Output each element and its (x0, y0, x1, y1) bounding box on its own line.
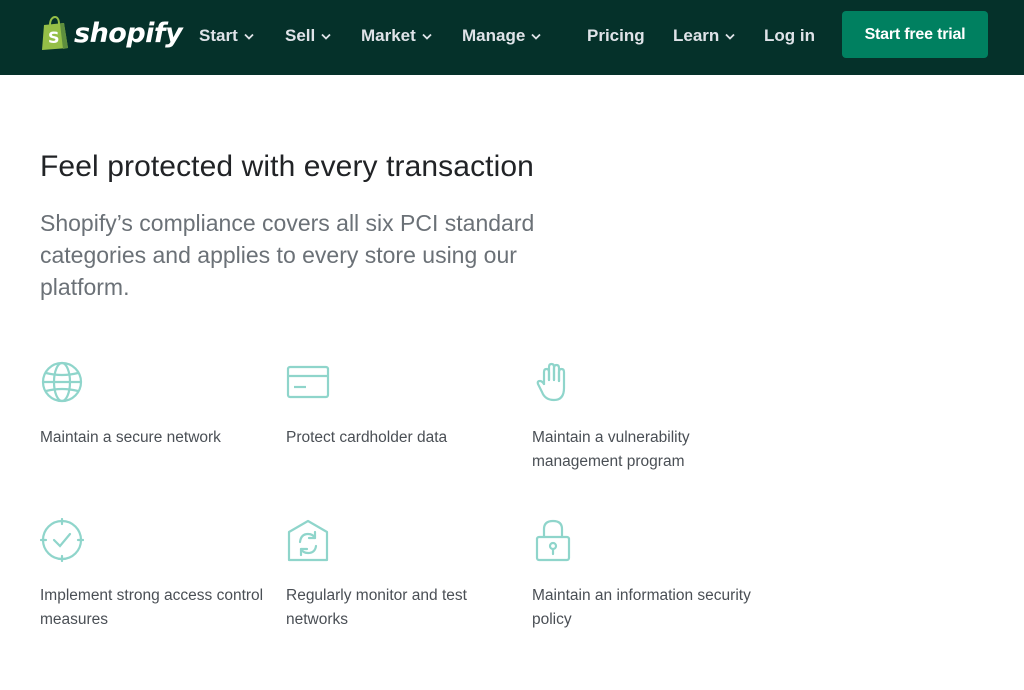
nav-sell[interactable]: Sell (285, 24, 331, 48)
nav-learn-label: Learn (673, 26, 720, 45)
chevron-down-icon (422, 33, 432, 40)
shopping-bag-icon: S (42, 16, 68, 50)
feature-label: Implement strong access control measures (40, 587, 264, 628)
chevron-down-icon (531, 33, 541, 40)
globe-icon (41, 361, 83, 403)
nav-manage-label: Manage (462, 26, 526, 45)
nav-market[interactable]: Market (361, 24, 432, 48)
start-free-trial-button[interactable]: Start free trial (842, 11, 988, 58)
nav-login[interactable]: Log in (764, 24, 815, 48)
feature-security-policy: Maintain an information security policy (532, 518, 752, 628)
nav-login-label: Log in (764, 26, 815, 45)
chevron-down-icon (244, 33, 254, 40)
check-circle-icon (40, 518, 84, 562)
feature-vulnerability-program: Maintain a vulnerability management prog… (532, 360, 752, 470)
refresh-shield-icon (287, 519, 329, 562)
nav-manage[interactable]: Manage (462, 24, 541, 48)
feature-label: Maintain an information security policy (532, 587, 751, 628)
feature-access-control: Implement strong access control measures (40, 518, 263, 628)
nav-start-label: Start (199, 26, 238, 45)
feature-label: Maintain a secure network (40, 429, 221, 446)
feature-label: Protect cardholder data (286, 429, 448, 446)
brand-wordmark: shopify (74, 17, 183, 49)
lead-paragraph: Shopify’s compliance covers all six PCI … (40, 210, 535, 300)
chevron-down-icon (321, 33, 331, 40)
svg-text:S: S (48, 28, 60, 47)
shopify-logo[interactable]: S shopify (40, 16, 183, 50)
nav-market-label: Market (361, 26, 416, 45)
feature-secure-network: Maintain a secure network (40, 360, 260, 446)
top-navigation-bar: S shopify Start Sell Market Manage Prici… (0, 0, 1024, 75)
page-title: Feel protected with every transaction (40, 150, 534, 183)
nav-pricing-label: Pricing (587, 26, 645, 45)
nav-start[interactable]: Start (199, 24, 254, 48)
hand-icon (536, 362, 566, 402)
feature-label: Regularly monitor and test networks (286, 587, 467, 628)
credit-card-icon (286, 365, 330, 399)
lock-icon (535, 519, 571, 562)
nav-learn[interactable]: Learn (673, 24, 735, 48)
nav-sell-label: Sell (285, 26, 316, 45)
chevron-down-icon (725, 33, 735, 40)
feature-cardholder-data: Protect cardholder data (286, 360, 506, 446)
nav-pricing[interactable]: Pricing (587, 24, 645, 48)
feature-label: Maintain a vulnerability management prog… (532, 429, 690, 470)
feature-monitor-networks: Regularly monitor and test networks (286, 518, 506, 628)
